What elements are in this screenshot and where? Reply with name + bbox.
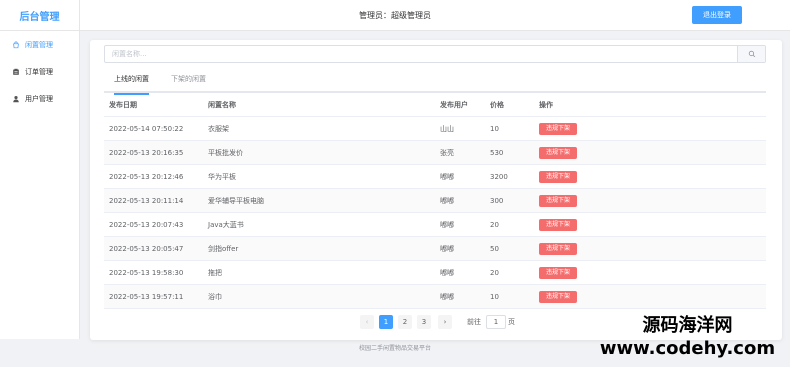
price-cell: 3200 (490, 173, 508, 181)
action-cell: 违规下架 (539, 261, 578, 285)
action-cell: 违规下架 (539, 285, 578, 309)
user-cell: 张亮 (440, 149, 454, 157)
name-cell: 华为平板 (208, 173, 236, 181)
column-header: 操作 (539, 101, 553, 109)
price-cell: 10 (490, 293, 499, 301)
sidebar-item-users[interactable]: 用户管理 (0, 85, 79, 112)
take-down-button[interactable]: 违规下架 (539, 243, 578, 255)
price-cell: 20 (490, 221, 499, 229)
table-row: 2022-05-13 20:05:47 剑指offer 嘟嘟 50 违规下架 (104, 237, 766, 261)
sidebar: 闲置管理 订单管理 用户管理 (0, 31, 80, 339)
idle-table: 发布日期 闲置名称 发布用户 价格 操作 2022-05-14 07:50:22… (104, 93, 766, 309)
bag-icon (11, 41, 21, 49)
action-cell: 违规下架 (539, 237, 578, 261)
action-cell: 违规下架 (539, 189, 578, 213)
name-cell: 剑指offer (208, 245, 239, 253)
sidebar-item-label: 订单管理 (25, 67, 53, 76)
user-cell: 山山 (440, 125, 454, 133)
search-input[interactable] (105, 46, 737, 62)
goto-page-input[interactable]: 1 (486, 315, 506, 329)
user-icon (11, 95, 21, 103)
price-cell: 20 (490, 269, 499, 277)
tab-online[interactable]: 上线的闲置 (114, 67, 149, 95)
date-cell: 2022-05-13 20:16:35 (109, 149, 184, 157)
table-row: 2022-05-13 19:57:11 浴巾 嘟嘟 10 违规下架 (104, 285, 766, 309)
take-down-button[interactable]: 违规下架 (539, 147, 578, 159)
user-cell: 嘟嘟 (440, 173, 454, 181)
table-row: 2022-05-13 20:07:43 Java大蓝书 嘟嘟 20 违规下架 (104, 213, 766, 237)
action-cell: 违规下架 (539, 117, 578, 141)
action-cell: 违规下架 (539, 165, 578, 189)
take-down-button[interactable]: 违规下架 (539, 195, 578, 207)
action-cell: 违规下架 (539, 141, 578, 165)
price-cell: 50 (490, 245, 499, 253)
list-icon (11, 68, 21, 76)
date-cell: 2022-05-13 19:58:30 (109, 269, 184, 277)
page-button-2[interactable]: 2 (398, 315, 412, 329)
price-cell: 530 (490, 149, 504, 157)
date-cell: 2022-05-13 19:57:11 (109, 293, 184, 301)
name-cell: 浴巾 (208, 293, 222, 301)
price-cell: 300 (490, 197, 504, 205)
date-cell: 2022-05-13 20:12:46 (109, 173, 184, 181)
page-button-1[interactable]: 1 (379, 315, 393, 329)
table-row: 2022-05-13 19:58:30 拖把 嘟嘟 20 违规下架 (104, 261, 766, 285)
take-down-button[interactable]: 违规下架 (539, 267, 578, 279)
action-cell: 违规下架 (539, 213, 578, 237)
date-cell: 2022-05-13 20:07:43 (109, 221, 184, 229)
take-down-button[interactable]: 违规下架 (539, 219, 578, 231)
take-down-button[interactable]: 违规下架 (539, 123, 578, 135)
next-page-button[interactable]: › (438, 315, 452, 329)
watermark-line-1: 源码海洋网 (642, 315, 733, 336)
name-cell: Java大蓝书 (208, 221, 244, 229)
prev-page-button[interactable]: ‹ (360, 315, 374, 329)
main-panel: 上线的闲置 下架的闲置 发布日期 闲置名称 发布用户 价格 操作 2022-05… (90, 40, 782, 340)
watermark-line-2: www.codehy.com (599, 338, 776, 359)
sidebar-item-idle[interactable]: 闲置管理 (0, 31, 79, 58)
user-cell: 嘟嘟 (440, 221, 454, 229)
column-header: 闲置名称 (208, 101, 236, 109)
sidebar-item-orders[interactable]: 订单管理 (0, 58, 79, 85)
take-down-button[interactable]: 违规下架 (539, 171, 578, 183)
column-header: 发布日期 (109, 101, 137, 109)
name-cell: 爱华辅导平板电脑 (208, 197, 264, 205)
search-icon (748, 50, 755, 58)
tab-bar: 上线的闲置 下架的闲置 (104, 67, 766, 95)
goto-label: 前往 (467, 318, 481, 326)
admin-label: 管理员：超级管理员 (359, 11, 431, 20)
name-cell: 拖把 (208, 269, 222, 277)
logout-button[interactable]: 退出登录 (692, 6, 742, 24)
date-cell: 2022-05-14 07:50:22 (109, 125, 184, 133)
sidebar-item-label: 闲置管理 (25, 40, 53, 49)
watermark: 源码海洋网 www.codehy.com (585, 314, 790, 360)
date-cell: 2022-05-13 20:11:14 (109, 197, 184, 205)
top-bar: 后台管理 管理员：超级管理员 退出登录 (0, 0, 790, 31)
page-button-3[interactable]: 3 (417, 315, 431, 329)
goto-suffix: 页 (508, 318, 515, 326)
user-cell: 嘟嘟 (440, 269, 454, 277)
price-cell: 10 (490, 125, 499, 133)
column-header: 价格 (490, 101, 504, 109)
user-cell: 嘟嘟 (440, 293, 454, 301)
date-cell: 2022-05-13 20:05:47 (109, 245, 184, 253)
table-row: 2022-05-14 07:50:22 衣服架 山山 10 违规下架 (104, 117, 766, 141)
user-cell: 嘟嘟 (440, 197, 454, 205)
tab-offline[interactable]: 下架的闲置 (171, 67, 206, 93)
table-row: 2022-05-13 20:11:14 爱华辅导平板电脑 嘟嘟 300 违规下架 (104, 189, 766, 213)
take-down-button[interactable]: 违规下架 (539, 291, 578, 303)
name-cell: 衣服架 (208, 125, 229, 133)
name-cell: 平板批发价 (208, 149, 243, 157)
search-button[interactable] (737, 46, 765, 62)
user-cell: 嘟嘟 (440, 245, 454, 253)
sidebar-item-label: 用户管理 (25, 94, 53, 103)
search-bar (104, 45, 766, 63)
table-row: 2022-05-13 20:12:46 华为平板 嘟嘟 3200 违规下架 (104, 165, 766, 189)
column-header: 发布用户 (440, 101, 468, 109)
table-header: 发布日期 闲置名称 发布用户 价格 操作 (104, 93, 766, 117)
table-row: 2022-05-13 20:16:35 平板批发价 张亮 530 违规下架 (104, 141, 766, 165)
